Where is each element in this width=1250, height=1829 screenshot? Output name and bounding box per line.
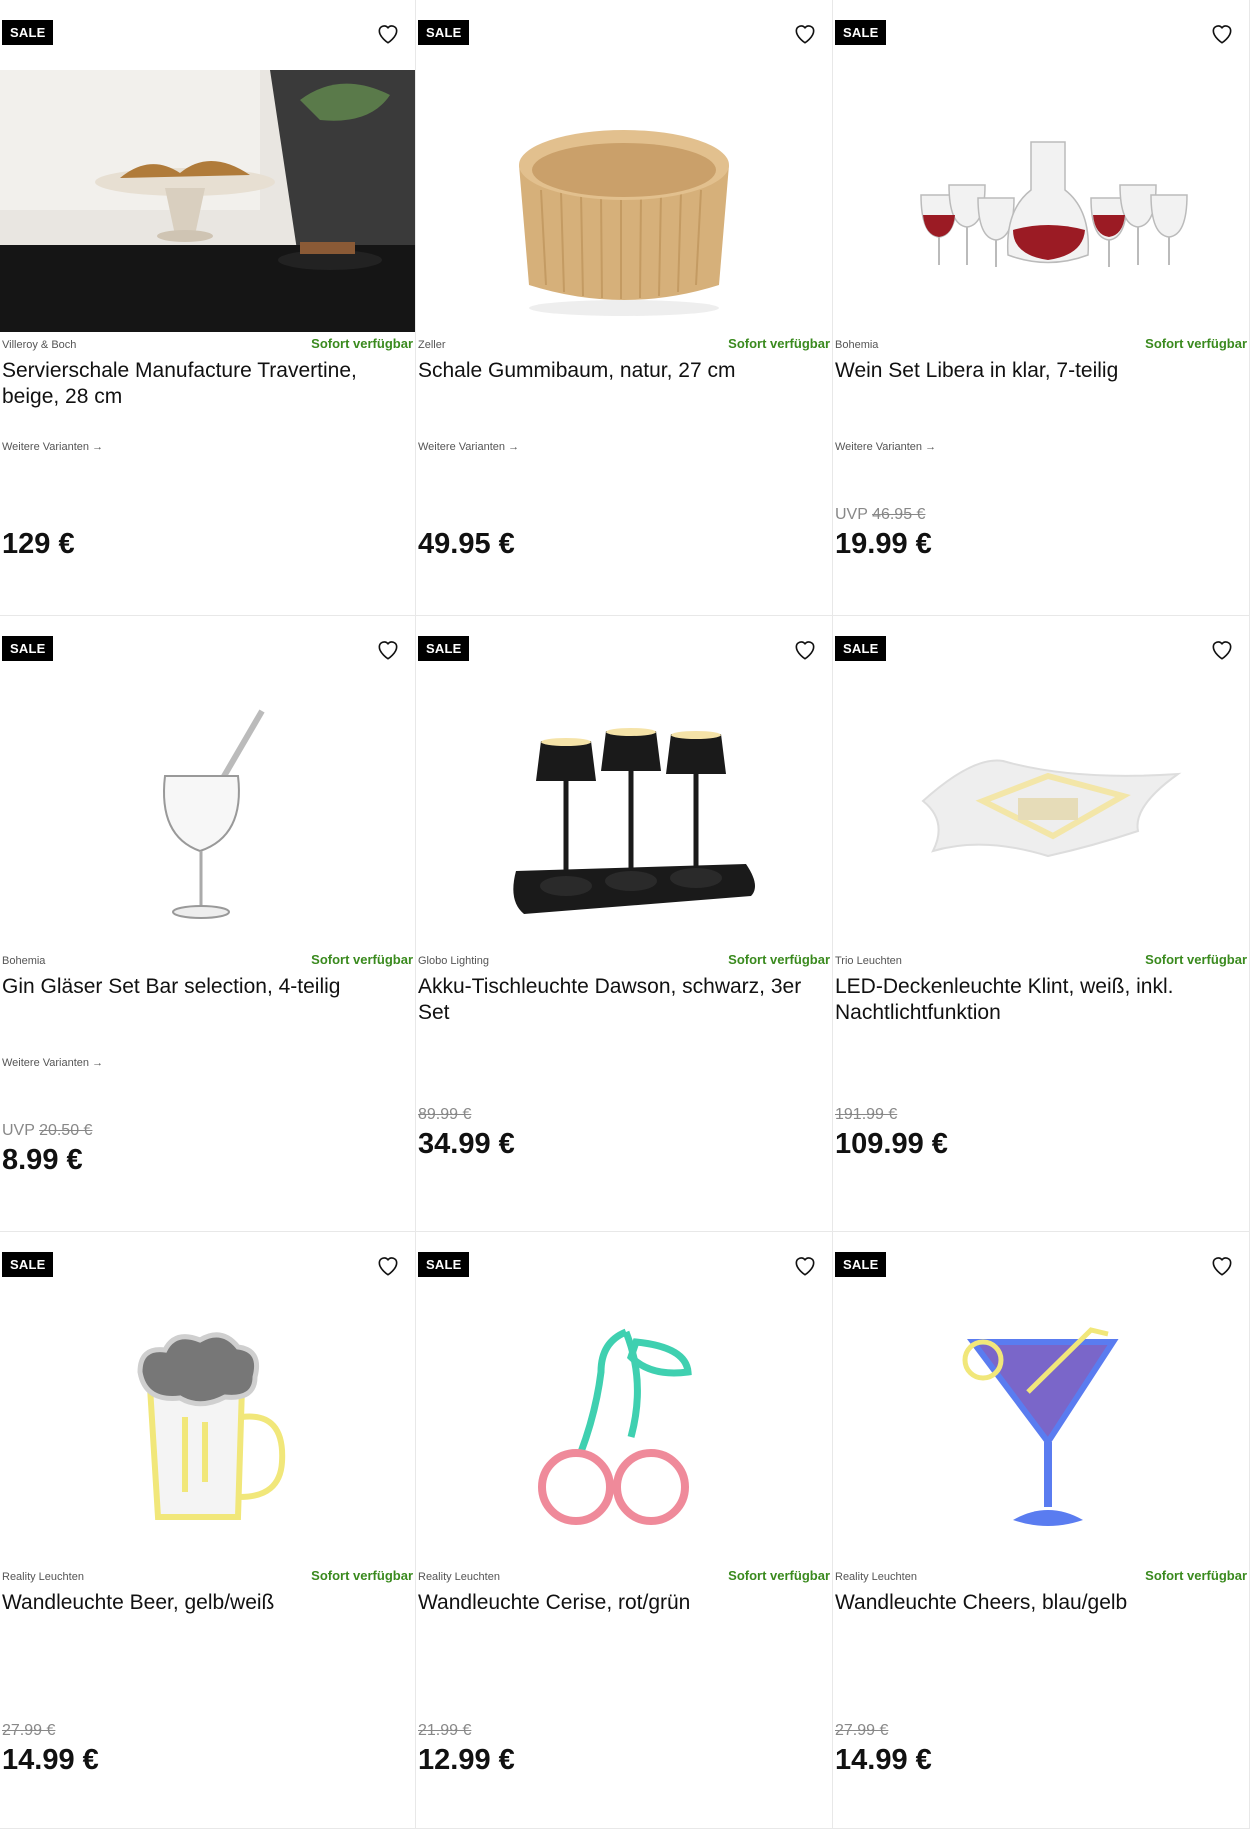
availability-label: Sofort verfügbar bbox=[1145, 1568, 1247, 1583]
product-card[interactable]: SALE Reality Leuchten Sofort verfügbar W… bbox=[0, 1232, 415, 1828]
product-image[interactable] bbox=[0, 686, 415, 948]
sale-badge: SALE bbox=[835, 1252, 887, 1277]
price: 129 € bbox=[2, 528, 75, 560]
product-image[interactable] bbox=[0, 1302, 415, 1564]
sale-badge: SALE bbox=[2, 20, 54, 45]
brand-label: Villeroy & Boch bbox=[2, 339, 77, 351]
brand-label: Reality Leuchten bbox=[418, 1571, 500, 1583]
sale-badge: SALE bbox=[418, 1252, 470, 1277]
sale-badge: SALE bbox=[835, 636, 887, 661]
product-card[interactable]: SALE Villeroy & Boch Sofort verfügbar Se… bbox=[0, 0, 415, 615]
brand-label: Zeller bbox=[418, 339, 446, 351]
product-title[interactable]: Wein Set Libera in klar, 7-teilig bbox=[835, 358, 1235, 384]
price: 14.99 € bbox=[2, 1744, 99, 1776]
product-image[interactable] bbox=[416, 686, 832, 948]
price: 109.99 € bbox=[835, 1128, 948, 1160]
old-price: UVP 20.50 € bbox=[2, 1122, 93, 1139]
availability-label: Sofort verfügbar bbox=[311, 336, 413, 351]
brand-label: Globo Lighting bbox=[418, 955, 489, 967]
wine-set bbox=[833, 70, 1249, 332]
wishlist-heart-icon[interactable] bbox=[1209, 636, 1235, 662]
brand-label: Trio Leuchten bbox=[835, 955, 902, 967]
product-card[interactable]: SALE Reality Leuchten Sofort verfügbar W… bbox=[416, 1232, 832, 1828]
wooden-bowl bbox=[416, 70, 832, 332]
neon-cocktail bbox=[833, 1302, 1249, 1564]
availability-label: Sofort verfügbar bbox=[311, 952, 413, 967]
product-image[interactable] bbox=[416, 70, 832, 332]
price: 8.99 € bbox=[2, 1144, 83, 1176]
wishlist-heart-icon[interactable] bbox=[375, 20, 401, 46]
old-price: 27.99 € bbox=[835, 1722, 889, 1739]
product-title[interactable]: Wandleuchte Cerise, rot/grün bbox=[418, 1590, 818, 1616]
sale-badge: SALE bbox=[418, 636, 470, 661]
gin-glass bbox=[0, 686, 415, 948]
old-price: UVP 46.95 € bbox=[835, 506, 926, 523]
old-price: 21.99 € bbox=[418, 1722, 472, 1739]
wishlist-heart-icon[interactable] bbox=[1209, 20, 1235, 46]
brand-label: Reality Leuchten bbox=[2, 1571, 84, 1583]
ceiling-light bbox=[833, 686, 1249, 948]
wishlist-heart-icon[interactable] bbox=[792, 20, 818, 46]
serving-bowl-photo bbox=[0, 70, 415, 332]
more-variants-link[interactable]: Weitere Varianten → bbox=[2, 441, 103, 453]
product-title[interactable]: Akku-Tischleuchte Dawson, schwarz, 3er S… bbox=[418, 974, 818, 1026]
more-variants-link[interactable]: Weitere Varianten → bbox=[835, 441, 936, 453]
brand-label: Bohemia bbox=[2, 955, 46, 967]
availability-label: Sofort verfügbar bbox=[311, 1568, 413, 1583]
product-title[interactable]: Schale Gummibaum, natur, 27 cm bbox=[418, 358, 818, 384]
old-price: 27.99 € bbox=[2, 1722, 56, 1739]
product-image[interactable] bbox=[833, 686, 1249, 948]
wishlist-heart-icon[interactable] bbox=[375, 636, 401, 662]
product-image[interactable] bbox=[833, 1302, 1249, 1564]
product-image[interactable] bbox=[416, 1302, 832, 1564]
product-card[interactable]: SALE Bohemia Sofort verfügbar Wein Set L… bbox=[833, 0, 1249, 615]
product-card[interactable]: SALE Reality Leuchten Sofort verfügbar W… bbox=[833, 1232, 1249, 1828]
price: 49.95 € bbox=[418, 528, 515, 560]
availability-label: Sofort verfügbar bbox=[728, 336, 830, 351]
neon-beer bbox=[0, 1302, 415, 1564]
wishlist-heart-icon[interactable] bbox=[792, 636, 818, 662]
old-price: 89.99 € bbox=[418, 1106, 472, 1123]
product-title[interactable]: LED-Deckenleuchte Klint, weiß, inkl. Nac… bbox=[835, 974, 1235, 1026]
price: 19.99 € bbox=[835, 528, 932, 560]
product-card[interactable]: SALE Bohemia Sofort verfügbar Gin Gläser… bbox=[0, 616, 415, 1231]
product-card[interactable]: SALE Trio Leuchten Sofort verfügbar LED-… bbox=[833, 616, 1249, 1231]
availability-label: Sofort verfügbar bbox=[728, 1568, 830, 1583]
sale-badge: SALE bbox=[2, 636, 54, 661]
more-variants-link[interactable]: Weitere Varianten → bbox=[2, 1057, 103, 1069]
product-card[interactable]: SALE Zeller Sofort verfügbar Schale Gumm… bbox=[416, 0, 832, 615]
sale-badge: SALE bbox=[418, 20, 470, 45]
price: 12.99 € bbox=[418, 1744, 515, 1776]
sale-badge: SALE bbox=[835, 20, 887, 45]
neon-cherry bbox=[416, 1302, 832, 1564]
brand-label: Bohemia bbox=[835, 339, 879, 351]
sale-badge: SALE bbox=[2, 1252, 54, 1277]
product-image[interactable] bbox=[833, 70, 1249, 332]
product-title[interactable]: Wandleuchte Cheers, blau/gelb bbox=[835, 1590, 1235, 1616]
product-title[interactable]: Servierschale Manufacture Travertine, be… bbox=[2, 358, 402, 410]
price: 14.99 € bbox=[835, 1744, 932, 1776]
brand-label: Reality Leuchten bbox=[835, 1571, 917, 1583]
more-variants-link[interactable]: Weitere Varianten → bbox=[418, 441, 519, 453]
product-title[interactable]: Gin Gläser Set Bar selection, 4-teilig bbox=[2, 974, 402, 1000]
availability-label: Sofort verfügbar bbox=[1145, 952, 1247, 967]
availability-label: Sofort verfügbar bbox=[1145, 336, 1247, 351]
product-card[interactable]: SALE Globo Lighting Sofort verfügbar Akk… bbox=[416, 616, 832, 1231]
product-title[interactable]: Wandleuchte Beer, gelb/weiß bbox=[2, 1590, 402, 1616]
wishlist-heart-icon[interactable] bbox=[375, 1252, 401, 1278]
wishlist-heart-icon[interactable] bbox=[792, 1252, 818, 1278]
product-image[interactable] bbox=[0, 70, 415, 332]
old-price: 191.99 € bbox=[835, 1106, 898, 1123]
price: 34.99 € bbox=[418, 1128, 515, 1160]
availability-label: Sofort verfügbar bbox=[728, 952, 830, 967]
product-grid: SALE Villeroy & Boch Sofort verfügbar Se… bbox=[0, 0, 1250, 1829]
wishlist-heart-icon[interactable] bbox=[1209, 1252, 1235, 1278]
table-lamps bbox=[416, 686, 832, 948]
